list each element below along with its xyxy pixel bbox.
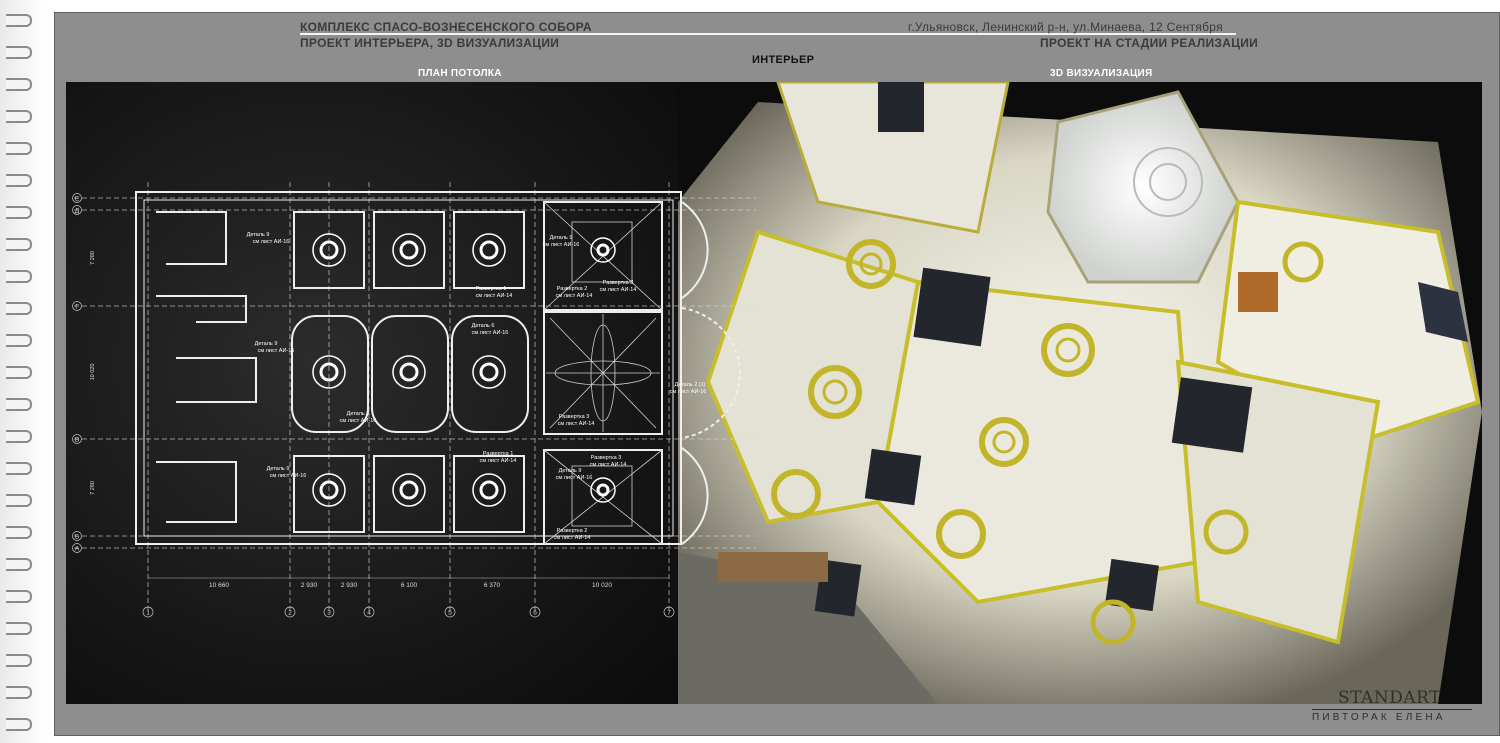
studio-logo: STANDART ПИВТОРАК ЕЛЕНА bbox=[1312, 688, 1472, 723]
binding-ring bbox=[6, 110, 32, 123]
callout-label: Развертка 3 bbox=[603, 280, 634, 286]
row-axis-label: Г bbox=[75, 304, 79, 311]
project-title: КОМПЛЕКС СПАСО-ВОЗНЕСЕНСКОГО СОБОРА bbox=[300, 20, 592, 34]
binding-ring bbox=[6, 238, 32, 251]
callout-label: Деталь 8 bbox=[347, 411, 370, 417]
ceiling-render-image bbox=[678, 82, 1482, 704]
project-subtitle: ПРОЕКТ ИНТЕРЬЕРА, 3D ВИЗУАЛИЗАЦИИ bbox=[300, 36, 560, 50]
binding-ring bbox=[6, 334, 32, 347]
column-axis-markers: 1 2 3 4 5 6 7 bbox=[142, 606, 675, 618]
binding-ring bbox=[6, 366, 32, 379]
dimension-label: 6 100 bbox=[401, 582, 418, 589]
binding-ring bbox=[6, 622, 32, 635]
logo-underline bbox=[1312, 709, 1472, 710]
row-axis-label: В bbox=[75, 437, 79, 444]
logo-wordmark: STANDART bbox=[1338, 688, 1441, 708]
column-axis-label: 2 bbox=[288, 610, 292, 617]
callout-label: Деталь 9 bbox=[550, 235, 573, 241]
binding-ring bbox=[6, 14, 32, 27]
callout-label: см лист АИ-14 bbox=[590, 462, 627, 468]
dimension-label: 7 280 bbox=[90, 481, 96, 495]
column-axis-label: 4 bbox=[367, 610, 371, 617]
callout-label: см лист АИ-16 bbox=[670, 389, 707, 395]
binding-ring bbox=[6, 206, 32, 219]
column-axis-label: 6 bbox=[533, 610, 537, 617]
row-axis-markers: Е Д Г В Б А bbox=[72, 193, 82, 553]
callout-label: Деталь 9 bbox=[247, 232, 270, 238]
dimension-label: 10 020 bbox=[90, 364, 96, 381]
callout-label: Деталь 9 bbox=[559, 468, 582, 474]
callout-label: Деталь 9 bbox=[255, 341, 278, 347]
binding-ring bbox=[6, 558, 32, 571]
binding-ring bbox=[6, 654, 32, 667]
project-address: г.Ульяновск, Ленинский р-н, ул.Минаева, … bbox=[908, 20, 1223, 34]
section-title: ИНТЕРЬЕР bbox=[752, 54, 815, 66]
dimension-label: 10 660 bbox=[209, 582, 229, 589]
row-axis-label: А bbox=[75, 546, 80, 553]
binding-ring bbox=[6, 78, 32, 91]
row-axis-label: Е bbox=[75, 196, 80, 203]
callout-label: Развертка 2 bbox=[557, 286, 588, 292]
callout-label: Развертка 1 bbox=[483, 451, 514, 457]
project-status: ПРОЕКТ НА СТАДИИ РЕАЛИЗАЦИИ bbox=[1040, 36, 1259, 50]
row-axis-label: Б bbox=[75, 534, 79, 541]
callout-label: см лист АИ-14 bbox=[558, 421, 595, 427]
binding-ring bbox=[6, 430, 32, 443]
visualization-label: 3D ВИЗУАЛИЗАЦИЯ bbox=[1050, 68, 1153, 79]
binding-ring bbox=[6, 46, 32, 59]
binding-ring bbox=[6, 174, 32, 187]
callout-label: см лист АИ-16 bbox=[253, 239, 290, 245]
visualization-panel bbox=[678, 82, 1482, 704]
dimension-label: 2 930 bbox=[341, 582, 358, 589]
binding-ring bbox=[6, 398, 32, 411]
callout-label: см лист АИ-14 bbox=[600, 287, 637, 293]
binding-ring bbox=[6, 718, 32, 731]
binding-ring bbox=[6, 494, 32, 507]
callout-label: см лист АИ-16 bbox=[340, 418, 377, 424]
callout-label: см лист АИ-16 bbox=[270, 473, 307, 479]
author-name: ПИВТОРАК ЕЛЕНА bbox=[1312, 712, 1446, 723]
dimension-label: 2 930 bbox=[301, 582, 318, 589]
binding-ring bbox=[6, 270, 32, 283]
row-axis-label: Д bbox=[75, 208, 80, 215]
binding-ring bbox=[6, 590, 32, 603]
bottom-dimensions: 10 660 2 930 2 930 6 100 6 370 10 020 bbox=[148, 577, 669, 589]
spiral-binding bbox=[0, 0, 44, 743]
callout-label: см лист АИ-14 bbox=[556, 293, 593, 299]
callout-label: см лист АИ-16 bbox=[472, 330, 509, 336]
callout-label: Развертка 3 bbox=[591, 455, 622, 461]
binding-ring bbox=[6, 142, 32, 155]
dimension-label: 6 370 bbox=[484, 582, 501, 589]
callout-label: см лист АИ-16 bbox=[258, 348, 295, 354]
callout-label: Деталь 9 bbox=[267, 466, 290, 472]
binding-ring bbox=[6, 526, 32, 539]
plan-callouts: Деталь 9 см лист АИ-16 Деталь 9 см лист … bbox=[247, 232, 707, 541]
binding-ring bbox=[6, 302, 32, 315]
callout-label: см лист АИ-14 bbox=[476, 293, 513, 299]
dimension-label: 10 020 bbox=[592, 582, 612, 589]
column-axis-label: 5 bbox=[448, 610, 452, 617]
callout-label: см лист АИ-16 bbox=[543, 242, 580, 248]
callout-label: Деталь 2 (1) bbox=[674, 382, 705, 388]
callout-label: см лист АИ-16 bbox=[556, 475, 593, 481]
binding-ring bbox=[6, 462, 32, 475]
callout-label: см лист АИ-14 bbox=[554, 535, 591, 541]
column-axis-label: 7 bbox=[667, 610, 671, 617]
callout-label: Развертка 1 bbox=[476, 286, 507, 292]
column-axis-label: 3 bbox=[327, 610, 331, 617]
callout-label: Деталь 6 bbox=[472, 323, 495, 329]
left-dimensions: 7 280 10 020 7 280 bbox=[90, 251, 96, 495]
callout-label: см лист АИ-14 bbox=[480, 458, 517, 464]
binding-ring bbox=[6, 686, 32, 699]
callout-label: Развертка 3 bbox=[559, 414, 590, 420]
dimension-label: 7 280 bbox=[90, 251, 96, 265]
column-axis-label: 1 bbox=[146, 610, 150, 617]
callout-label: Развертка 2 bbox=[557, 528, 588, 534]
ceiling-plan-drawing: Е Д Г В Б А 1 2 3 4 5 6 7 10 660 2 930 2… bbox=[72, 182, 756, 618]
ceiling-plan-label: ПЛАН ПОТОЛКА bbox=[418, 68, 502, 79]
